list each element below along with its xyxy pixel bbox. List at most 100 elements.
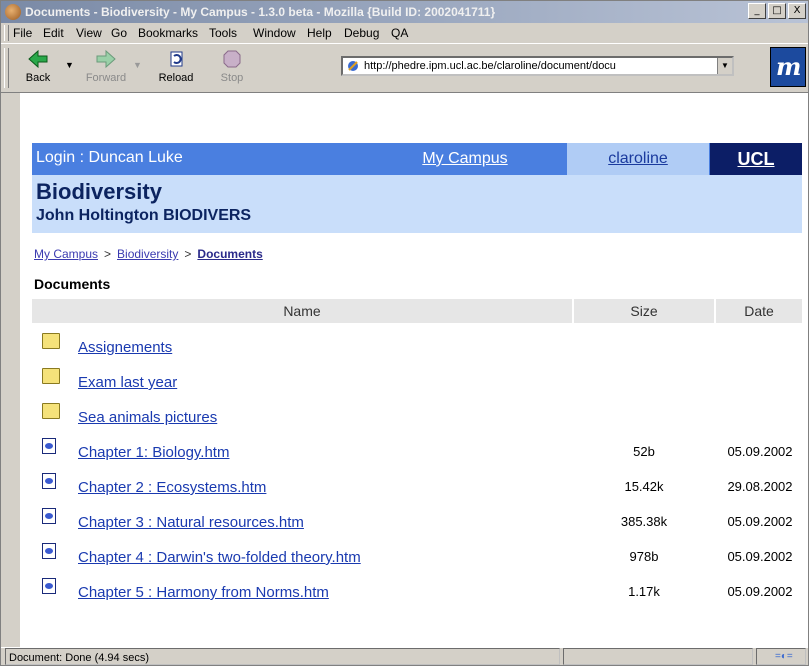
table-row: Exam last year <box>32 364 802 398</box>
my-campus-link[interactable]: My Campus <box>364 143 566 175</box>
reload-label: Reload <box>158 72 194 84</box>
forward-button[interactable]: Forward <box>81 46 131 90</box>
forward-label: Forward <box>85 72 127 84</box>
login-label: Login : Duncan Luke <box>36 149 183 166</box>
back-dropdown-icon[interactable]: ▼ <box>65 60 74 70</box>
document-size: 978b <box>629 549 659 564</box>
url-text: http://phedre.ipm.ucl.ac.be/claroline/do… <box>364 60 616 72</box>
document-link[interactable]: Chapter 2 : Ecosystems.htm <box>78 479 266 496</box>
table-row: Assignements <box>32 329 802 363</box>
close-button[interactable]: X <box>788 3 806 19</box>
menu-bookmarks[interactable]: Bookmarks <box>138 23 198 43</box>
documents-table-header: Name Size Date <box>32 299 802 325</box>
forward-dropdown-icon[interactable]: ▼ <box>133 60 142 70</box>
campus-banner: Login : Duncan Luke My Campus claroline … <box>32 143 802 175</box>
toolbar-grip[interactable] <box>4 48 9 88</box>
browser-window: Documents - Biodiversity - My Campus - 1… <box>0 0 809 666</box>
table-row: Sea animals pictures <box>32 399 802 433</box>
menu-window[interactable]: Window <box>253 23 296 43</box>
document-date: 05.09.2002 <box>727 514 793 529</box>
document-size: 52b <box>633 444 655 459</box>
breadcrumb-separator: > <box>104 247 112 261</box>
column-header-date[interactable]: Date <box>716 299 802 323</box>
minimize-button[interactable]: _ <box>748 3 766 19</box>
document-size: 1.17k <box>628 584 660 599</box>
menu-go[interactable]: Go <box>111 23 127 43</box>
folder-icon <box>42 333 60 349</box>
folder-icon <box>42 403 60 419</box>
course-header: Biodiversity John Holtington BIODIVERS <box>32 175 802 233</box>
html-file-icon <box>42 578 56 594</box>
url-field[interactable]: http://phedre.ipm.ucl.ac.be/claroline/do… <box>341 56 734 76</box>
stop-icon <box>223 50 241 68</box>
claroline-link[interactable]: claroline <box>567 143 709 175</box>
document-date: 29.08.2002 <box>727 479 793 494</box>
document-link[interactable]: Chapter 5 : Harmony from Norms.htm <box>78 584 329 601</box>
document-date: 05.09.2002 <box>727 444 793 459</box>
window-title: Documents - Biodiversity - My Campus - 1… <box>25 5 496 19</box>
status-bar: Document: Done (4.94 secs) =◐= <box>1 647 808 666</box>
mozilla-app-icon <box>5 4 21 20</box>
document-link[interactable]: Assignements <box>78 339 172 356</box>
stop-label: Stop <box>220 72 244 84</box>
window-controls: _ □ X <box>748 3 806 19</box>
back-button[interactable]: Back <box>13 46 63 90</box>
column-header-name[interactable]: Name <box>32 299 572 323</box>
page-title: Documents <box>34 276 111 292</box>
menu-bar: File Edit View Go Bookmarks Tools Window… <box>1 23 808 43</box>
ucl-link[interactable]: UCL <box>710 143 802 175</box>
mozilla-logo-icon: m <box>776 52 802 81</box>
document-link[interactable]: Chapter 1: Biology.htm <box>78 444 229 461</box>
menu-help[interactable]: Help <box>307 23 332 43</box>
html-file-icon <box>42 438 56 454</box>
back-label: Back <box>25 72 51 84</box>
document-size: 15.42k <box>624 479 664 494</box>
table-row: Chapter 4 : Darwin's two-folded theory.h… <box>32 539 802 573</box>
reload-button[interactable]: Reload <box>151 46 201 90</box>
menu-debug[interactable]: Debug <box>344 23 379 43</box>
folder-icon <box>42 368 60 384</box>
maximize-button[interactable]: □ <box>768 3 786 19</box>
menubar-grip[interactable] <box>4 25 9 41</box>
menu-tools[interactable]: Tools <box>209 23 237 43</box>
menu-qa[interactable]: QA <box>391 23 408 43</box>
status-icons-panel: =◐= <box>756 648 806 665</box>
menu-file[interactable]: File <box>13 23 32 43</box>
document-link[interactable]: Exam last year <box>78 374 177 391</box>
online-connection-icon[interactable]: =◐= <box>775 652 801 662</box>
breadcrumb-biodiversity[interactable]: Biodiversity <box>117 247 178 261</box>
html-file-icon <box>42 508 56 524</box>
breadcrumb-documents[interactable]: Documents <box>197 247 262 261</box>
course-title: Biodiversity <box>36 179 162 204</box>
table-row: Chapter 3 : Natural resources.htm 385.38… <box>32 504 802 538</box>
breadcrumb-separator: > <box>184 247 192 261</box>
url-dropdown-icon[interactable]: ▼ <box>717 58 732 74</box>
menu-edit[interactable]: Edit <box>43 23 64 43</box>
throbber-logo[interactable]: m <box>770 47 806 87</box>
menu-view[interactable]: View <box>76 23 102 43</box>
document-link[interactable]: Chapter 3 : Natural resources.htm <box>78 514 304 531</box>
table-row: Chapter 5 : Harmony from Norms.htm 1.17k… <box>32 574 802 608</box>
course-subtitle: John Holtington BIODIVERS <box>36 207 252 224</box>
navigation-toolbar: Back ▼ Forward ▼ Reload Stop http://phed… <box>1 43 808 93</box>
back-arrow-icon <box>28 49 48 69</box>
page-content: Login : Duncan Luke My Campus claroline … <box>20 93 808 647</box>
title-bar: Documents - Biodiversity - My Campus - 1… <box>1 1 808 23</box>
breadcrumb: My Campus > Biodiversity > Documents <box>34 247 263 261</box>
breadcrumb-my-campus[interactable]: My Campus <box>34 247 98 261</box>
document-date: 05.09.2002 <box>727 584 793 599</box>
html-file-icon <box>42 473 56 489</box>
document-size: 385.38k <box>620 514 668 529</box>
document-link[interactable]: Chapter 4 : Darwin's two-folded theory.h… <box>78 549 361 566</box>
document-date: 05.09.2002 <box>727 549 793 564</box>
status-progress-panel <box>563 648 753 665</box>
page-proxy-icon <box>348 61 358 72</box>
stop-button[interactable]: Stop <box>207 46 257 90</box>
status-text: Document: Done (4.94 secs) <box>5 648 560 665</box>
document-link[interactable]: Sea animals pictures <box>78 409 217 426</box>
reload-icon <box>170 51 183 67</box>
column-header-size[interactable]: Size <box>574 299 714 323</box>
table-row: Chapter 2 : Ecosystems.htm 15.42k 29.08.… <box>32 469 802 503</box>
table-row: Chapter 1: Biology.htm 52b 05.09.2002 <box>32 434 802 468</box>
forward-arrow-icon <box>96 49 116 69</box>
